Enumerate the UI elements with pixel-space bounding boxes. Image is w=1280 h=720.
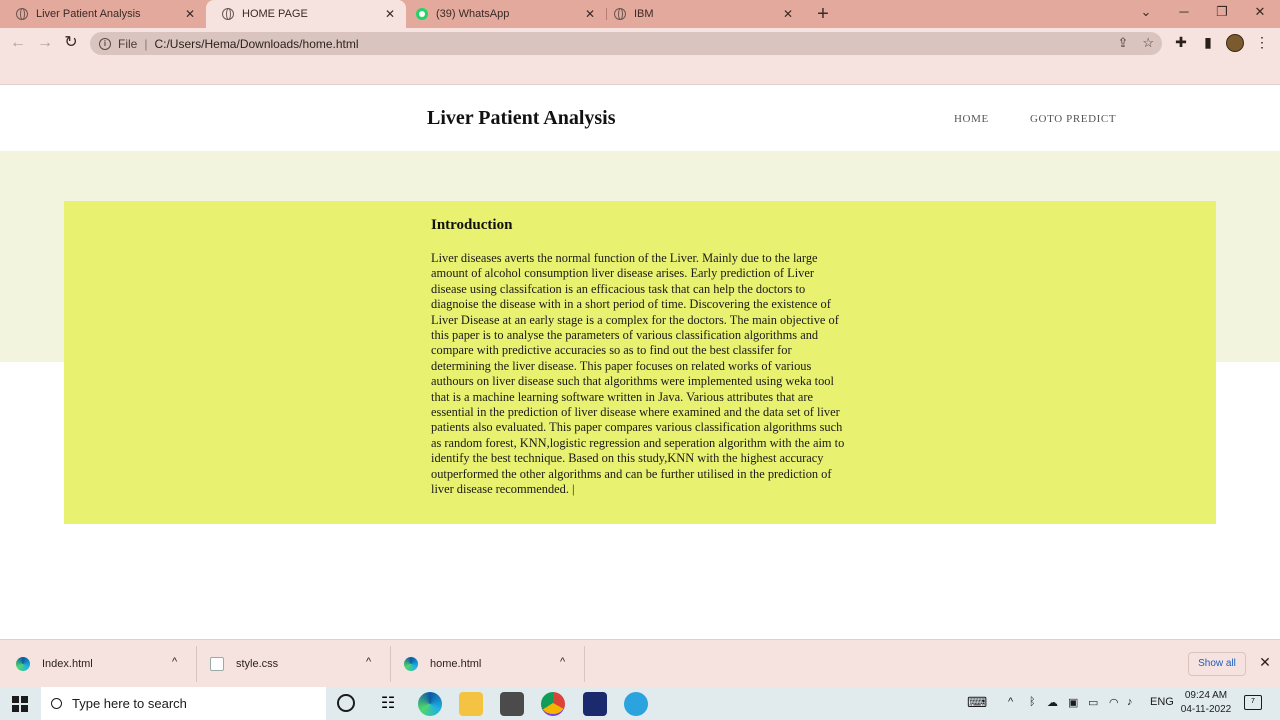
forward-arrow-icon[interactable]: → (34, 32, 56, 54)
introduction-paragraph: Liver diseases averts the normal functio… (431, 251, 845, 497)
windows-taskbar: Type here to search ☷ ⌨ ^ ᛒ ☁ ▣ ▭ ◠ ♪ EN… (0, 687, 1280, 720)
windows-start-icon[interactable] (12, 696, 28, 712)
tab-ibm[interactable]: IBM ✕ (598, 0, 804, 28)
keyboard-icon[interactable]: ⌨ (967, 694, 987, 711)
close-window-button[interactable]: ✕ (1250, 4, 1270, 20)
system-clock[interactable]: 09:24 AM 04-11-2022 (1178, 689, 1234, 717)
chevron-up-icon[interactable]: ^ (560, 656, 565, 668)
web-page: Liver Patient Analysis HOME GOTO PREDICT… (0, 85, 1280, 639)
tab-home-page[interactable]: HOME PAGE ✕ (206, 0, 406, 28)
download-divider (196, 646, 197, 682)
tab-search-icon[interactable]: ⌄ (1136, 4, 1156, 20)
close-icon[interactable]: ✕ (780, 7, 796, 21)
globe-icon (16, 8, 28, 20)
close-icon[interactable]: ✕ (582, 7, 598, 21)
tab-title: (39) WhatsApp (436, 8, 510, 20)
cortana-icon[interactable] (337, 694, 355, 712)
address-url: C:/Users/Hema/Downloads/home.html (154, 36, 359, 51)
dev-app-icon[interactable] (583, 692, 607, 716)
menu-kebab-icon[interactable]: ⋮ (1253, 34, 1271, 51)
extensions-puzzle-icon[interactable]: ✚ (1172, 34, 1190, 51)
search-icon (51, 698, 62, 709)
address-scheme: File (118, 36, 138, 51)
nav-goto-predict-link[interactable]: GOTO PREDICT (1030, 113, 1116, 125)
language-indicator[interactable]: ENG (1150, 696, 1174, 708)
close-icon[interactable]: ✕ (182, 7, 198, 21)
download-item-style-css[interactable]: style.css (210, 640, 278, 688)
tab-title: HOME PAGE (242, 8, 308, 20)
file-icon (210, 657, 224, 671)
file-explorer-icon[interactable] (459, 692, 483, 716)
new-tab-button[interactable]: + (812, 3, 834, 25)
cloud-icon[interactable]: ☁ (1047, 696, 1058, 709)
device-icon[interactable]: ▣ (1068, 696, 1078, 709)
introduction-heading: Introduction (431, 217, 513, 233)
download-item-index-html[interactable]: Index.html (16, 640, 93, 688)
tab-whatsapp[interactable]: (39) WhatsApp ✕ (400, 0, 606, 28)
download-filename: style.css (236, 658, 279, 670)
edge-icon[interactable] (418, 692, 442, 716)
browser-toolbar: ← → ↻ i File | C:/Users/Hema/Downloads/h… (0, 28, 1280, 58)
chrome-icon[interactable] (541, 692, 565, 716)
edge-icon (404, 657, 418, 671)
close-icon[interactable]: ✕ (382, 7, 398, 21)
tab-liver-patient-analysis[interactable]: Liver Patient Analysis ✕ (0, 0, 206, 28)
share-icon[interactable]: ⇪ (1117, 35, 1128, 51)
download-divider (390, 646, 391, 682)
download-filename: Index.html (42, 658, 93, 670)
task-view-icon[interactable]: ☷ (376, 692, 400, 716)
notification-center-icon[interactable]: 7 (1244, 695, 1262, 710)
bookmarks-strip (0, 58, 1280, 85)
download-bar: Index.html ^ style.css ^ home.html ^ Sho… (0, 639, 1280, 687)
download-filename: home.html (430, 658, 482, 670)
introduction-section: Introduction Liver diseases averts the n… (64, 201, 1216, 524)
globe-icon (614, 8, 626, 20)
minimize-button[interactable]: ─ (1174, 4, 1194, 19)
clock-date: 04-11-2022 (1180, 704, 1232, 715)
globe-icon (222, 8, 234, 20)
chevron-up-icon[interactable]: ^ (1008, 696, 1013, 708)
address-divider: | (144, 36, 148, 51)
show-all-downloads-button[interactable]: Show all (1188, 652, 1246, 676)
whatsapp-icon (416, 8, 428, 20)
tab-title: Liver Patient Analysis (36, 8, 141, 20)
browser-tab-strip: Liver Patient Analysis ✕ HOME PAGE ✕ (39… (0, 0, 1280, 28)
wifi-icon[interactable]: ◠ (1109, 696, 1119, 709)
edge-icon (16, 657, 30, 671)
mail-icon[interactable] (500, 692, 524, 716)
clock-time: 09:24 AM (1184, 690, 1228, 701)
side-panel-icon[interactable]: ▮ (1199, 34, 1217, 51)
profile-avatar[interactable] (1226, 34, 1244, 52)
volume-icon[interactable]: ♪ (1127, 696, 1133, 708)
address-bar[interactable]: i File | C:/Users/Hema/Downloads/home.ht… (90, 32, 1162, 55)
taskbar-search-box[interactable]: Type here to search (41, 687, 326, 720)
bookmark-star-icon[interactable]: ☆ (1142, 35, 1154, 51)
tab-title: IBM (634, 8, 654, 20)
nav-home-link[interactable]: HOME (954, 113, 989, 125)
download-divider (584, 646, 585, 682)
address-actions: ⇪ ☆ (1117, 35, 1154, 51)
info-icon[interactable]: i (99, 37, 111, 50)
chevron-up-icon[interactable]: ^ (366, 656, 371, 668)
bluetooth-icon[interactable]: ᛒ (1029, 696, 1036, 708)
notification-count: 7 (1251, 698, 1255, 705)
reload-icon[interactable]: ↻ (60, 32, 82, 54)
site-header: Liver Patient Analysis HOME GOTO PREDICT (0, 85, 1280, 151)
taskbar-search-placeholder: Type here to search (72, 696, 187, 711)
maximize-button[interactable]: ❐ (1212, 4, 1232, 20)
back-arrow-icon[interactable]: ← (7, 32, 29, 54)
site-title: Liver Patient Analysis (427, 107, 616, 129)
telegram-icon[interactable] (624, 692, 648, 716)
download-item-home-html[interactable]: home.html (404, 640, 481, 688)
chevron-up-icon[interactable]: ^ (172, 656, 177, 668)
close-download-bar-icon[interactable]: ✕ (1256, 654, 1274, 671)
battery-icon[interactable]: ▭ (1088, 696, 1098, 709)
